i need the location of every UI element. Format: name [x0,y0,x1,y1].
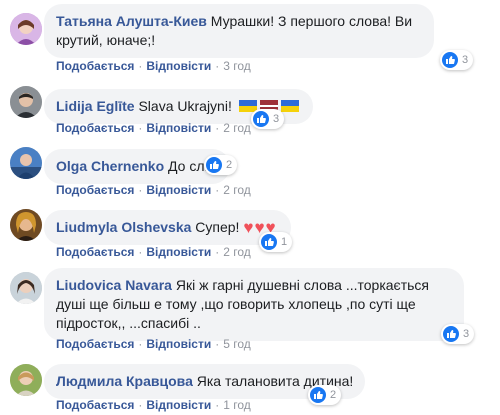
reactions-badge[interactable]: 3 [441,324,475,344]
comment-time[interactable]: 2 год [223,121,251,135]
reaction-count: 3 [273,113,280,125]
like-link[interactable]: Подобається [56,398,134,412]
comment-text: Супер! [195,219,240,235]
avatar[interactable] [10,86,42,118]
like-icon [310,387,326,403]
like-icon [261,234,277,250]
reactions-badge[interactable]: 3 [440,50,474,70]
comment-bubble: Olga Chernenko До сліз! [44,149,230,184]
comment-actions: Подобається · Відповісти · 2 год [56,245,251,259]
comment-time[interactable]: 2 год [223,245,251,259]
reactions-badge[interactable]: 3 [251,109,285,129]
separator-dot: · [215,398,220,412]
reply-link[interactable]: Відповісти [146,59,211,73]
like-icon [253,111,269,127]
avatar[interactable] [10,272,42,304]
reaction-count: 2 [226,159,233,171]
comment-time[interactable]: 5 год [223,337,251,351]
comment-actions: Подобається · Відповісти · 2 год [56,183,251,197]
comment-author[interactable]: Lidija Eglīte [56,98,135,114]
separator-dot: · [215,245,220,259]
like-link[interactable]: Подобається [56,337,134,351]
comment-bubble: Liudmyla Olshevska Супер! ♥♥♥ [44,210,291,245]
separator-dot: · [215,337,220,351]
reaction-count: 3 [462,54,469,66]
comment-time[interactable]: 3 год [223,59,251,73]
reaction-count: 2 [330,389,337,401]
comment-time[interactable]: 2 год [223,183,251,197]
separator-dot: · [215,121,220,135]
like-link[interactable]: Подобається [56,245,134,259]
like-icon [443,326,459,342]
like-link[interactable]: Подобається [56,59,134,73]
comment-author[interactable]: Liudmyla Olshevska [56,219,191,235]
like-icon [442,52,458,68]
reply-link[interactable]: Відповісти [146,337,211,351]
reactions-badge[interactable]: 2 [308,385,342,405]
comment-actions: Подобається · Відповісти · 2 год [56,121,251,135]
comment-bubble: Татьяна Алушта-Киев Мурашки! З першого с… [44,4,434,58]
like-link[interactable]: Подобається [56,121,134,135]
ukraine-flag-icon [280,100,299,112]
comment-author[interactable]: Olga Chernenko [56,158,164,174]
reactions-badge[interactable]: 2 [204,155,238,175]
reply-link[interactable]: Відповісти [146,245,211,259]
like-link[interactable]: Подобається [56,183,134,197]
separator-dot: · [138,121,143,135]
separator-dot: · [138,337,143,351]
comment-text: Slava Ukrajyni! [138,98,232,114]
separator-dot: · [138,59,143,73]
like-icon [206,157,222,173]
separator-dot: · [138,398,143,412]
avatar[interactable] [10,13,42,45]
avatar[interactable] [10,147,42,179]
reaction-count: 1 [281,236,288,248]
reaction-count: 3 [463,328,470,340]
separator-dot: · [215,59,220,73]
comment-bubble: Liudovica Navara Які ж гарні душевні сло… [44,268,464,341]
comment-author[interactable]: Liudovica Navara [56,277,172,293]
separator-dot: · [138,183,143,197]
reply-link[interactable]: Відповісти [146,183,211,197]
separator-dot: · [215,183,220,197]
separator-dot: · [138,245,143,259]
reactions-badge[interactable]: 1 [259,232,293,252]
avatar[interactable] [10,209,42,241]
comment-author[interactable]: Людмила Кравцова [56,373,193,389]
comment-actions: Подобається · Відповісти · 1 год [56,398,251,412]
comment-author[interactable]: Татьяна Алушта-Киев [56,13,207,29]
avatar[interactable] [10,364,42,396]
comment-time[interactable]: 1 год [223,398,251,412]
comment-actions: Подобається · Відповісти · 5 год [56,337,251,351]
comment-actions: Подобається · Відповісти · 3 год [56,59,251,73]
reply-link[interactable]: Відповісти [146,398,211,412]
reply-link[interactable]: Відповісти [146,121,211,135]
